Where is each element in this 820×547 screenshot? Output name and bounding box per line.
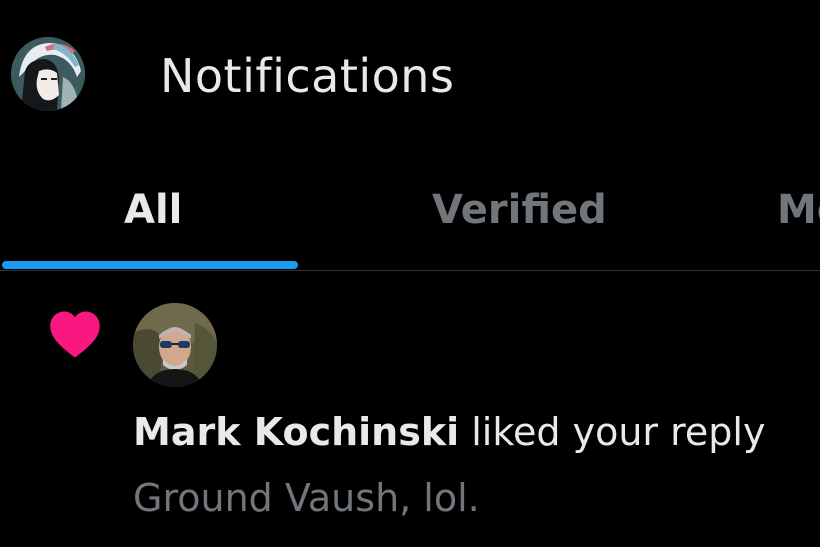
top-header: Notifications bbox=[0, 0, 820, 150]
profile-avatar[interactable] bbox=[11, 37, 85, 111]
user-photo bbox=[133, 303, 217, 387]
anime-avatar-icon bbox=[11, 37, 85, 111]
tab-mentions[interactable]: Me bbox=[720, 150, 820, 270]
notification-reply-preview: Ground Vaush, lol. bbox=[133, 476, 480, 520]
notification-action: liked your reply bbox=[471, 410, 766, 454]
tab-all-label: All bbox=[124, 187, 183, 233]
notification-user-name[interactable]: Mark Kochinski bbox=[133, 410, 459, 454]
page-title: Notifications bbox=[160, 49, 455, 103]
tab-all[interactable]: All bbox=[0, 150, 300, 270]
active-tab-indicator bbox=[2, 261, 298, 269]
tab-mentions-label: Me bbox=[777, 187, 820, 233]
user-avatar[interactable] bbox=[133, 303, 217, 387]
heart-icon bbox=[50, 311, 100, 358]
tab-verified-label: Verified bbox=[432, 187, 607, 233]
tab-verified[interactable]: Verified bbox=[300, 150, 720, 270]
notification-tabs: All Verified Me bbox=[0, 150, 820, 271]
notification-text: Mark Kochinski liked your reply bbox=[133, 408, 765, 456]
notification-item[interactable]: Mark Kochinski liked your reply Ground V… bbox=[0, 271, 820, 547]
